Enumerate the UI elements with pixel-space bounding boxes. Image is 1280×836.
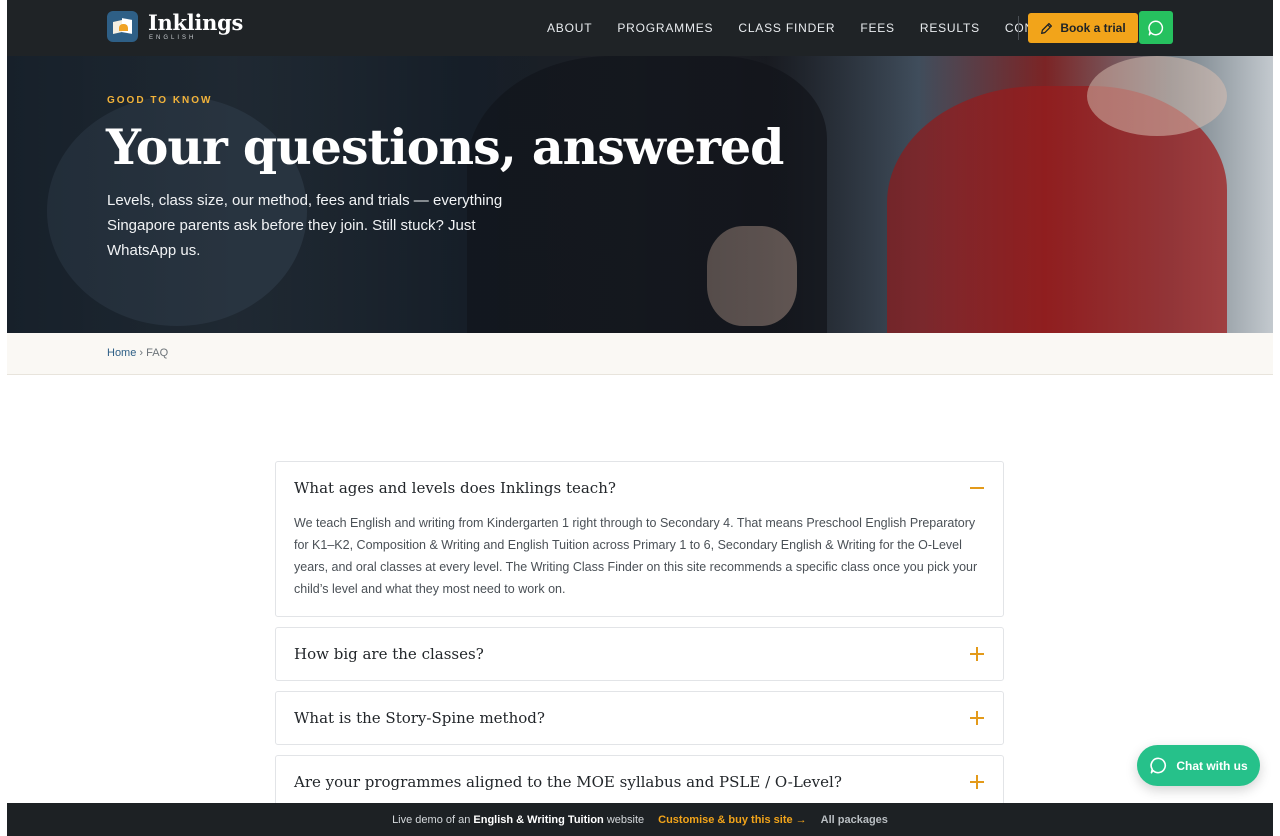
plus-icon[interactable]	[969, 710, 985, 726]
brand-name: Inklings	[148, 10, 243, 35]
faq-item: How big are the classes?	[275, 627, 1004, 681]
faq-question: Are your programmes aligned to the MOE s…	[294, 773, 842, 791]
all-packages-link[interactable]: All packages	[821, 814, 888, 826]
nav-programmes[interactable]: PROGRAMMES	[617, 21, 713, 35]
demo-site-type: English & Writing Tuition	[473, 813, 604, 826]
faq-item: What is the Story-Spine method?	[275, 691, 1004, 745]
faq-item: Are your programmes aligned to the MOE s…	[275, 755, 1004, 809]
pencil-icon	[1041, 22, 1053, 34]
brand-logo[interactable]: Inklings ENGLISH	[107, 11, 243, 42]
breadcrumb-current: FAQ	[146, 347, 169, 359]
faq-question-row[interactable]: How big are the classes?	[276, 628, 1003, 680]
chat-with-us-button[interactable]: Chat with us	[1137, 745, 1260, 786]
faq-question: What ages and levels does Inklings teach…	[294, 479, 616, 497]
hero-lede: Levels, class size, our method, fees and…	[107, 192, 503, 259]
whatsapp-button[interactable]	[1139, 11, 1173, 44]
hero-banner: GOOD TO KNOW Your questions, answered Le…	[7, 56, 1273, 333]
brand-subtitle: ENGLISH	[149, 35, 197, 41]
faq-list: What ages and levels does Inklings teach…	[275, 461, 1004, 819]
book-trial-button[interactable]: Book a trial	[1028, 13, 1138, 43]
breadcrumb: Home › FAQ	[7, 333, 1273, 375]
breadcrumb-separator: ›	[139, 347, 144, 359]
nav-class-finder[interactable]: CLASS FINDER	[738, 21, 835, 35]
book-trial-label: Book a trial	[1060, 21, 1126, 35]
plus-icon[interactable]	[969, 774, 985, 790]
nav-about[interactable]: ABOUT	[547, 21, 592, 35]
nav-results[interactable]: RESULTS	[920, 21, 980, 35]
faq-question: What is the Story-Spine method?	[294, 709, 545, 727]
book-logo-icon	[107, 11, 138, 42]
chat-bubble-icon	[1150, 757, 1167, 774]
site-header: Inklings ENGLISH ABOUT PROGRAMMES CLASS …	[7, 0, 1273, 56]
faq-item: What ages and levels does Inklings teach…	[275, 461, 1004, 617]
minus-icon[interactable]	[969, 480, 985, 496]
faq-question: How big are the classes?	[294, 645, 484, 663]
plus-icon[interactable]	[969, 646, 985, 662]
faq-question-row[interactable]: What is the Story-Spine method?	[276, 692, 1003, 744]
customise-buy-link[interactable]: Customise & buy this site →	[658, 814, 807, 826]
hero-eyebrow: GOOD TO KNOW	[107, 95, 213, 106]
faq-answer: We teach English and writing from Kinder…	[294, 516, 978, 596]
faq-question-row[interactable]: What ages and levels does Inklings teach…	[276, 462, 1003, 514]
demo-suffix: website	[606, 813, 645, 826]
demo-bar: Live demo of an English & Writing Tuitio…	[7, 803, 1273, 836]
chat-label: Chat with us	[1176, 758, 1248, 773]
breadcrumb-home[interactable]: Home	[107, 347, 136, 359]
faq-question-row[interactable]: Are your programmes aligned to the MOE s…	[276, 756, 1003, 808]
demo-prefix: Live demo of an	[392, 813, 471, 826]
nav-fees[interactable]: FEES	[860, 21, 895, 35]
page: Inklings ENGLISH ABOUT PROGRAMMES CLASS …	[7, 0, 1273, 836]
main-nav: ABOUT PROGRAMMES CLASS FINDER FEES RESUL…	[547, 0, 1093, 56]
chat-bubble-icon	[1148, 20, 1164, 36]
nav-divider	[1018, 16, 1019, 40]
page-title: Your questions, answered	[106, 118, 784, 176]
